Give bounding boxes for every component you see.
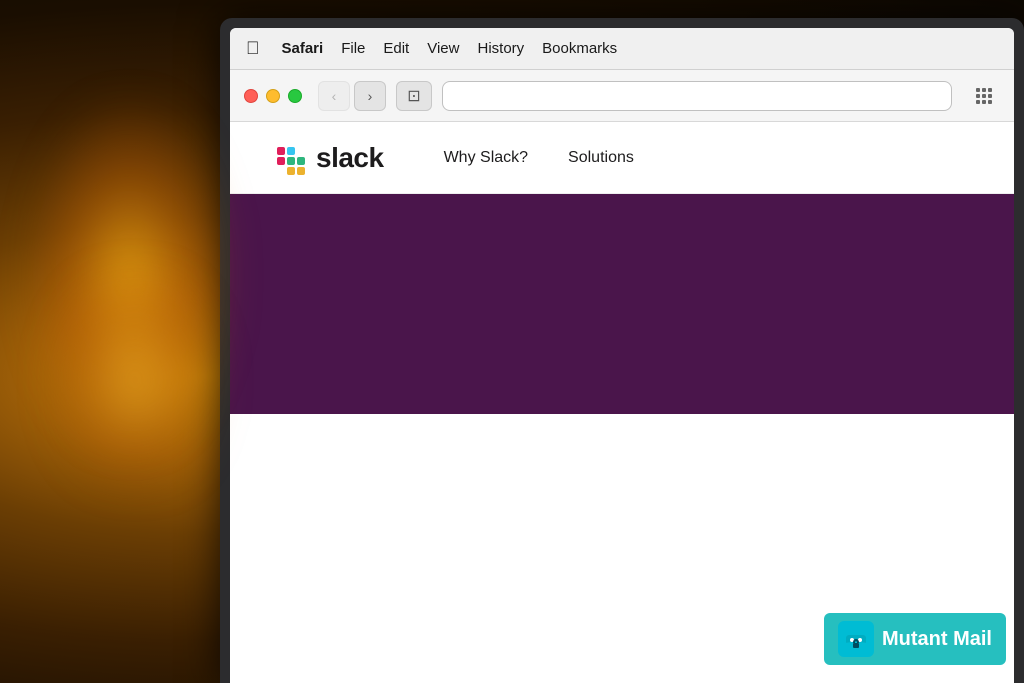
- laptop-frame:  Safari File Edit View History Bookmark…: [220, 18, 1024, 683]
- nav-buttons: ‹ ›: [318, 81, 386, 111]
- back-button[interactable]: ‹: [318, 81, 350, 111]
- slack-wordmark: slack: [316, 142, 384, 174]
- maximize-button[interactable]: [288, 89, 302, 103]
- slack-logo-area: slack: [270, 140, 384, 176]
- apple-logo-icon[interactable]: : [246, 38, 260, 59]
- menu-safari[interactable]: Safari: [282, 40, 324, 57]
- slack-logo-icon: [270, 140, 306, 176]
- slack-nav-why[interactable]: Why Slack?: [444, 149, 528, 167]
- mutant-mail-label: Mutant Mail: [882, 628, 992, 651]
- menu-bookmarks[interactable]: Bookmarks: [542, 40, 617, 57]
- traffic-lights: [244, 89, 302, 103]
- website-content: slack Why Slack? Solutions: [230, 122, 1014, 683]
- back-chevron-icon: ‹: [332, 88, 337, 104]
- mutant-mail-watermark: Mutant Mail: [824, 613, 1006, 665]
- mutant-mail-icon: [838, 621, 874, 657]
- menu-edit[interactable]: Edit: [383, 40, 409, 57]
- menu-file[interactable]: File: [341, 40, 365, 57]
- extensions-button[interactable]: [968, 81, 1000, 111]
- close-button[interactable]: [244, 89, 258, 103]
- sidebar-icon: ⊡: [407, 86, 420, 106]
- menu-history[interactable]: History: [477, 40, 524, 57]
- slack-nav-links: Why Slack? Solutions: [444, 149, 634, 167]
- screen-content:  Safari File Edit View History Bookmark…: [230, 28, 1014, 683]
- safari-toolbar: ‹ › ⊡: [230, 70, 1014, 122]
- address-bar[interactable]: [442, 81, 952, 111]
- sidebar-toggle-button[interactable]: ⊡: [396, 81, 432, 111]
- slack-nav-solutions[interactable]: Solutions: [568, 149, 634, 167]
- slack-hero-section: [230, 194, 1014, 414]
- forward-button[interactable]: ›: [354, 81, 386, 111]
- forward-chevron-icon: ›: [368, 88, 373, 104]
- menu-view[interactable]: View: [427, 40, 459, 57]
- minimize-button[interactable]: [266, 89, 280, 103]
- grid-icon: [976, 88, 992, 104]
- slack-navbar: slack Why Slack? Solutions: [230, 122, 1014, 194]
- laptop-screen-border:  Safari File Edit View History Bookmark…: [230, 28, 1014, 683]
- macos-menubar:  Safari File Edit View History Bookmark…: [230, 28, 1014, 70]
